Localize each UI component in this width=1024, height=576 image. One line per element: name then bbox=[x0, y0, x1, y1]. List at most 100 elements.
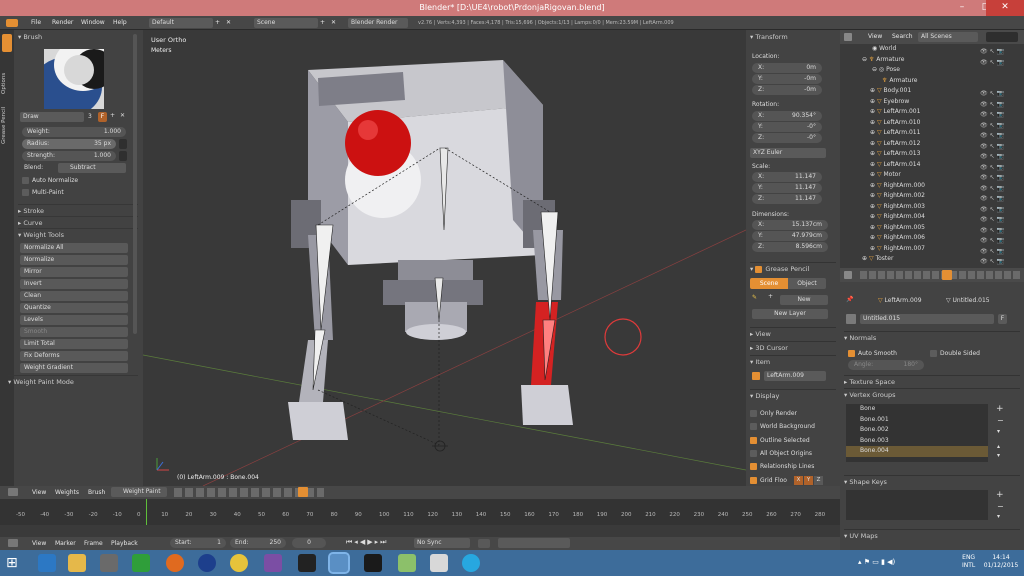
add-vertex-group-icon[interactable]: + bbox=[996, 404, 1004, 414]
current-frame-field[interactable]: 0 bbox=[292, 538, 326, 548]
add-brush-icon[interactable]: + bbox=[110, 112, 115, 119]
gp-object-tab[interactable]: Object bbox=[788, 278, 826, 289]
grid-axis-z-toggle[interactable]: Z bbox=[814, 476, 823, 485]
pin-icon[interactable]: 📌 bbox=[846, 296, 853, 303]
add-scene-icon[interactable]: + bbox=[320, 17, 325, 29]
tool-normalize[interactable]: Normalize bbox=[20, 255, 128, 265]
epic-launcher-icon[interactable] bbox=[298, 554, 316, 572]
grid-axis-x-toggle[interactable]: X bbox=[794, 476, 803, 485]
all-object-origins-checkbox[interactable]: All Object Origins bbox=[750, 448, 812, 459]
auto-smooth-checkbox[interactable]: Auto Smooth bbox=[848, 348, 897, 359]
playback-controls[interactable]: ⏮◂◀▶▸⏭ bbox=[346, 538, 388, 547]
tool-clean[interactable]: Clean bbox=[20, 291, 128, 301]
grid-floor-checkbox[interactable]: Grid Floo bbox=[750, 475, 787, 486]
store-icon[interactable] bbox=[132, 554, 150, 572]
item-panel-header[interactable]: ▾ Item bbox=[750, 355, 836, 366]
3d-cursor-panel-header[interactable]: ▸ 3D Cursor bbox=[750, 341, 836, 352]
transform-panel-header[interactable]: ▾ Transform bbox=[750, 33, 788, 41]
app-icon-grey[interactable] bbox=[430, 554, 448, 572]
vertex-group-item[interactable]: Bone.001 bbox=[846, 415, 988, 426]
display-panel-header[interactable]: ▾ Display bbox=[750, 389, 836, 400]
location-z-field[interactable]: Z: -0m bbox=[752, 85, 822, 95]
screen-layout-select[interactable]: Default bbox=[149, 18, 213, 28]
ie-icon[interactable] bbox=[38, 554, 56, 572]
shape-key-specials-icon[interactable]: ▾ bbox=[997, 513, 1000, 520]
strength-slider[interactable]: Strength: 1.000 bbox=[22, 151, 116, 161]
texture-space-panel-header[interactable]: ▸ Texture Space bbox=[844, 375, 1020, 386]
delete-scene-icon[interactable]: ✕ bbox=[331, 17, 336, 29]
start-frame-field[interactable]: Start: 1 bbox=[170, 538, 226, 548]
brush-preview[interactable] bbox=[44, 49, 104, 109]
mesh-fake-user-button[interactable]: F bbox=[998, 314, 1007, 324]
dimension-x-field[interactable]: X: 15.137cm bbox=[752, 220, 828, 230]
scale-x-field[interactable]: X: 11.147 bbox=[752, 172, 822, 182]
outliner-view-menu[interactable]: View bbox=[868, 31, 882, 43]
delete-screen-icon[interactable]: ✕ bbox=[226, 17, 231, 29]
radius-pressure-toggle[interactable] bbox=[119, 139, 127, 149]
tab-tools[interactable] bbox=[2, 34, 12, 52]
skype-icon[interactable] bbox=[462, 554, 480, 572]
double-sided-checkbox[interactable]: Double Sided bbox=[930, 348, 980, 359]
add-screen-icon[interactable]: + bbox=[215, 17, 220, 29]
location-y-field[interactable]: Y: -0m bbox=[752, 74, 822, 84]
editor-type-icon[interactable] bbox=[8, 488, 18, 496]
unlink-brush-icon[interactable]: ✕ bbox=[120, 112, 125, 119]
tool-weight-gradient[interactable]: Weight Gradient bbox=[20, 363, 128, 373]
scale-z-field[interactable]: Z: 11.147 bbox=[752, 194, 822, 204]
file-explorer-icon[interactable] bbox=[68, 554, 86, 572]
sync-mode-select[interactable]: No Sync bbox=[414, 538, 470, 548]
world-background-checkbox[interactable]: World Background bbox=[750, 421, 815, 432]
outliner-search-menu[interactable]: Search bbox=[892, 31, 913, 43]
rotation-z-field[interactable]: Z: -0° bbox=[752, 133, 822, 143]
menu-render[interactable]: Render bbox=[52, 17, 73, 29]
firefox-icon[interactable] bbox=[166, 554, 184, 572]
tool-fix-deforms[interactable]: Fix Deforms bbox=[20, 351, 128, 361]
properties-context-tabs[interactable] bbox=[860, 271, 1020, 279]
end-frame-field[interactable]: End: 250 bbox=[230, 538, 286, 548]
viewport-view-menu[interactable]: View bbox=[32, 487, 46, 499]
tool-mirror[interactable]: Mirror bbox=[20, 267, 128, 277]
vertex-group-item-active[interactable]: Bone.004 bbox=[846, 446, 988, 457]
stroke-panel-header[interactable]: ▸ Stroke bbox=[18, 204, 138, 215]
timeline-marker-menu[interactable]: Marker bbox=[55, 538, 76, 550]
outline-selected-checkbox[interactable]: Outline Selected bbox=[750, 435, 810, 446]
tool-quantize[interactable]: Quantize bbox=[20, 303, 128, 313]
gp-new-layer-button[interactable]: New Layer bbox=[752, 309, 828, 319]
timeline-editor-icon[interactable] bbox=[8, 539, 18, 547]
vertex-group-item[interactable]: Bone bbox=[846, 404, 988, 415]
tool-invert[interactable]: Invert bbox=[20, 279, 128, 289]
mesh-icon[interactable] bbox=[846, 314, 856, 324]
rotation-mode-select[interactable]: XYZ Euler bbox=[750, 148, 826, 158]
weight-paint-mode-header[interactable]: ▾ Weight Paint Mode bbox=[8, 375, 138, 386]
tool-normalize-all[interactable]: Normalize All bbox=[20, 243, 128, 253]
remove-vertex-group-icon[interactable]: − bbox=[997, 416, 1004, 425]
dimension-z-field[interactable]: Z: 8.596cm bbox=[752, 242, 828, 252]
blend-mode-select[interactable]: Subtract bbox=[58, 163, 126, 173]
gp-new-button[interactable]: New bbox=[780, 295, 828, 305]
gp-add-icon[interactable]: + bbox=[768, 293, 773, 300]
tab-options[interactable]: Options bbox=[1, 60, 7, 94]
close-button[interactable]: ✕ bbox=[986, 0, 1024, 16]
3d-viewport[interactable]: User Ortho Meters (0) LeftArm.009 : Bone… bbox=[143, 30, 746, 486]
grid-axis-y-toggle[interactable]: Y bbox=[804, 476, 813, 485]
blender-taskbar-icon[interactable] bbox=[328, 552, 350, 574]
location-x-field[interactable]: X: 0m bbox=[752, 63, 822, 73]
tool-levels[interactable]: Levels bbox=[20, 315, 128, 325]
vertex-groups-panel-header[interactable]: ▾ Vertex Groups bbox=[844, 388, 1020, 399]
dimension-y-field[interactable]: Y: 47.979cm bbox=[752, 231, 828, 241]
add-shape-key-icon[interactable]: + bbox=[996, 490, 1004, 500]
outliner-restrict-columns[interactable]: 👁 ↖ 📷 👁 ↖ 📷 👁 ↖ 📷 👁 ↖ 📷 👁 ↖ 📷 👁 ↖ 📷 👁 ↖ 📷 👁 ↖ 📷… bbox=[980, 47, 1016, 265]
viewport-brush-menu[interactable]: Brush bbox=[88, 487, 105, 499]
only-render-checkbox[interactable]: Only Render bbox=[750, 408, 797, 419]
blender-icon[interactable] bbox=[6, 19, 18, 27]
rotation-x-field[interactable]: X: 90.354° bbox=[752, 111, 822, 121]
vertex-group-item[interactable]: Bone.003 bbox=[846, 436, 988, 447]
menu-help[interactable]: Help bbox=[113, 17, 127, 29]
keying-set-icon[interactable] bbox=[478, 539, 490, 548]
visual-studio-icon[interactable] bbox=[264, 554, 282, 572]
relationship-lines-checkbox[interactable]: Relationship Lines bbox=[750, 461, 814, 472]
fake-user-button[interactable]: F bbox=[98, 112, 107, 122]
tool-smooth[interactable]: Smooth bbox=[20, 327, 128, 337]
menu-file[interactable]: File bbox=[31, 17, 41, 29]
timeline-view-menu[interactable]: View bbox=[32, 538, 46, 550]
